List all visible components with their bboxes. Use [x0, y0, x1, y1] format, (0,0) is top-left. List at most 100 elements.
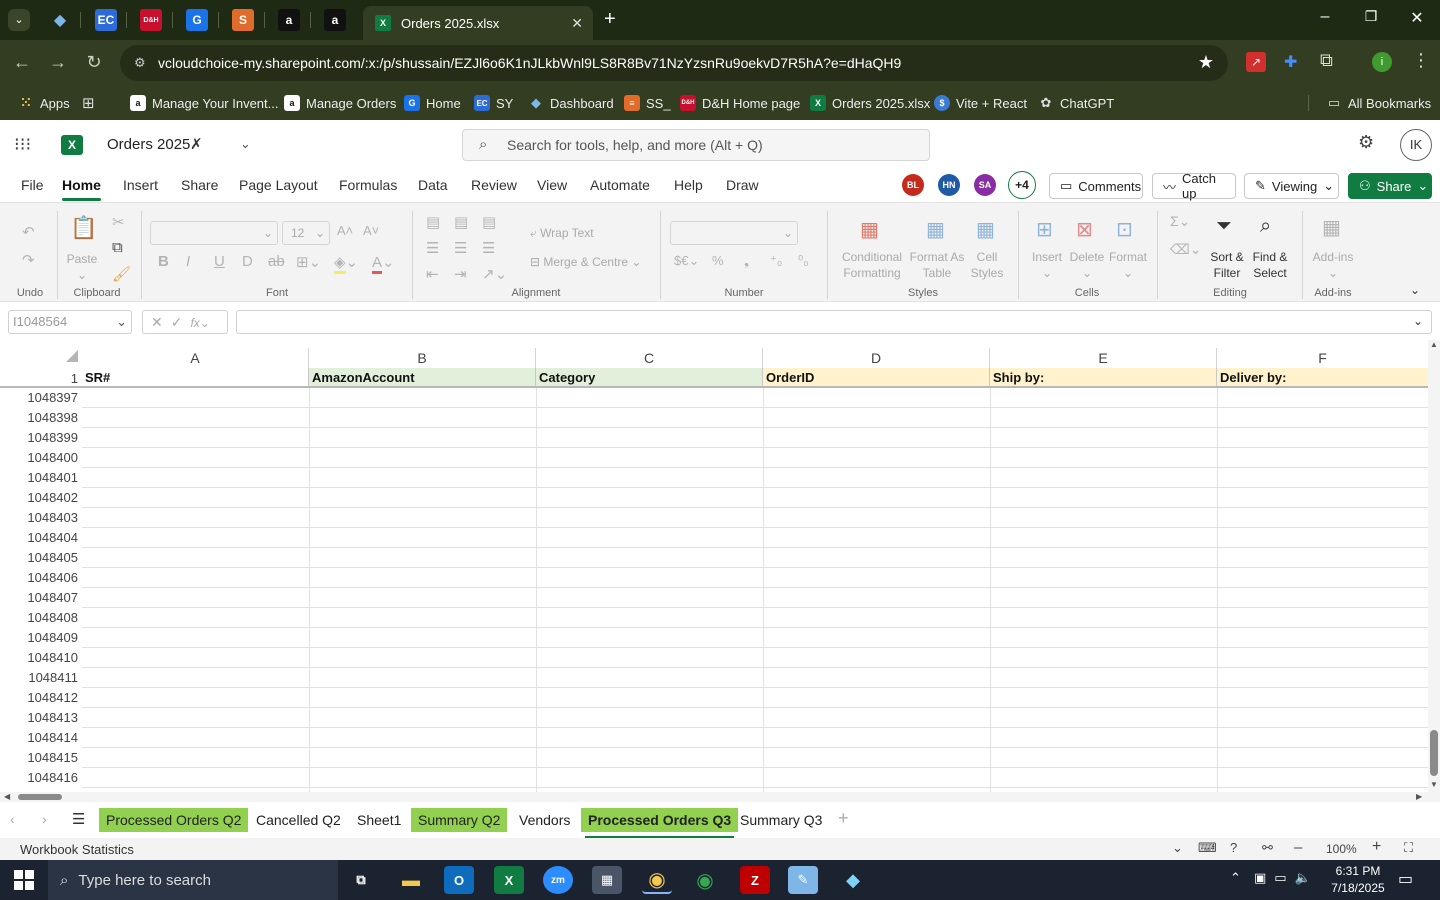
tab-share[interactable]: Share	[181, 177, 218, 193]
row-header[interactable]: 1048403	[0, 508, 82, 528]
expand-formula-icon[interactable]: ⌄	[1413, 314, 1423, 328]
row-header[interactable]: 1048397	[0, 388, 82, 408]
reload-icon[interactable]: ↻	[82, 52, 106, 73]
filezilla-icon[interactable]: Z	[740, 866, 770, 894]
bookmark-home[interactable]: G Home	[404, 92, 461, 114]
sort-filter-icon[interactable]: ⏷	[1216, 215, 1232, 238]
sheet-tab-processed-orders-q3[interactable]: Processed Orders Q3	[581, 808, 739, 838]
back-arrow-icon[interactable]: ←	[10, 52, 34, 73]
minimize-icon[interactable]: –	[1310, 8, 1340, 26]
tab-data[interactable]: Data	[418, 177, 448, 193]
column-header-a[interactable]: A	[82, 348, 309, 368]
cell-styles-button[interactable]: Cell Styles	[964, 249, 1010, 281]
format-as-table-button[interactable]: Format As Table	[906, 249, 968, 281]
copy-icon[interactable]: ⧉	[112, 239, 123, 256]
sort-filter-button[interactable]: Sort & Filter	[1206, 249, 1248, 281]
increase-indent-icon[interactable]: ⇥	[454, 265, 467, 283]
bold-icon[interactable]: B	[158, 253, 169, 270]
vertical-scroll-thumb[interactable]	[1430, 730, 1438, 776]
merge-centre-button[interactable]: ⊟ Merge & Centre ⌄	[530, 254, 641, 270]
app-launcher-icon[interactable]: ⁝⁝⁝	[14, 134, 31, 155]
insert-cells-icon[interactable]: ⊞	[1036, 217, 1053, 242]
align-left-icon[interactable]: ☰	[426, 239, 439, 257]
borders-icon[interactable]: ⊞⌄	[296, 253, 321, 271]
row-header[interactable]: 1048416	[0, 768, 82, 788]
format-cells-icon[interactable]: ⊡	[1116, 217, 1133, 242]
header-cell-ship-by[interactable]: Ship by:	[990, 368, 1217, 388]
header-cell-amazon-account[interactable]: AmazonAccount	[309, 368, 536, 388]
all-sheets-menu-icon[interactable]: ☰	[72, 810, 85, 828]
undo-icon[interactable]: ↶	[22, 223, 35, 241]
catch-up-button[interactable]: 〰 Catch up	[1152, 171, 1236, 201]
file-explorer-icon[interactable]: ▬	[396, 866, 426, 894]
collaborator-avatar-bl[interactable]: BL	[902, 174, 924, 196]
workbook-statistics[interactable]: Workbook Statistics	[20, 842, 134, 857]
conditional-formatting-icon[interactable]: ▦	[860, 217, 879, 242]
help-feedback-icon[interactable]: ?	[1230, 840, 1237, 855]
insert-cells-button[interactable]: Insert ⌄	[1026, 249, 1068, 281]
column-header-c[interactable]: C	[536, 348, 763, 368]
tab-home[interactable]: Home	[62, 177, 101, 201]
tab-formulas[interactable]: Formulas	[339, 177, 397, 193]
increase-decimal-icon[interactable]: ⁺₀	[770, 253, 782, 269]
tab-favicon-diamond-icon[interactable]: ◆	[49, 9, 71, 31]
prev-sheet-icon[interactable]: ‹	[10, 811, 15, 827]
row-header[interactable]: 1048410	[0, 648, 82, 668]
wrap-text-button[interactable]: ⤶ Wrap Text	[530, 225, 594, 241]
row-header[interactable]: 1048406	[0, 568, 82, 588]
windows-start-icon[interactable]	[14, 870, 34, 890]
format-as-table-icon[interactable]: ▦	[926, 217, 945, 242]
row-header[interactable]: 1048401	[0, 468, 82, 488]
excel-taskbar-icon[interactable]: X	[494, 866, 524, 894]
find-select-icon[interactable]: ⌕	[1260, 215, 1271, 238]
keyboard-icon[interactable]: ⌨	[1198, 840, 1217, 856]
cancel-formula-icon[interactable]: ✕	[151, 314, 171, 330]
ribbon-collapse-icon[interactable]: ⌄	[1410, 283, 1420, 297]
horizontal-scroll-thumb[interactable]	[18, 794, 62, 800]
tab-help[interactable]: Help	[674, 177, 703, 193]
scroll-right-icon[interactable]: ▶	[1416, 792, 1422, 801]
zoom-level[interactable]: 100%	[1326, 842, 1357, 856]
delete-cells-icon[interactable]: ⊠	[1076, 217, 1093, 242]
collaborator-avatar-sa[interactable]: SA	[974, 174, 996, 196]
title-dropdown-icon[interactable]: ⌄	[240, 136, 251, 152]
italic-icon[interactable]: I	[186, 253, 190, 270]
formula-input[interactable]: ⌄	[236, 310, 1432, 334]
percent-icon[interactable]: %	[712, 253, 724, 268]
bookmark-manage-orders[interactable]: a Manage Orders	[284, 92, 396, 114]
find-select-button[interactable]: Find & Select	[1248, 249, 1292, 281]
row-header[interactable]: 1048412	[0, 688, 82, 708]
column-header-d[interactable]: D	[763, 348, 990, 368]
bookmark-apps[interactable]: ⁙ Apps	[18, 92, 70, 114]
align-right-icon[interactable]: ☰	[482, 239, 495, 257]
tab-favicon-stack-icon[interactable]: S	[232, 9, 254, 31]
row-header[interactable]: 1048398	[0, 408, 82, 428]
insert-function-icon[interactable]: fx⌄	[190, 316, 209, 330]
forward-arrow-icon[interactable]: →	[46, 52, 70, 73]
row-header[interactable]: 1048405	[0, 548, 82, 568]
document-title[interactable]: Orders 2025	[107, 136, 190, 153]
sheet-tab-cancelled-q2[interactable]: Cancelled Q2	[249, 808, 348, 832]
row-header[interactable]: 1048400	[0, 448, 82, 468]
scroll-up-icon[interactable]: ▲	[1430, 340, 1438, 349]
bookmark-vite-react[interactable]: $ Vite + React	[934, 92, 1027, 114]
chrome-profile-icon[interactable]: ◉	[690, 866, 720, 894]
tab-insert[interactable]: Insert	[123, 177, 158, 193]
underline-icon[interactable]: U	[214, 253, 225, 270]
increase-font-icon[interactable]: A˄	[337, 223, 353, 238]
task-view-icon[interactable]: ⧉	[346, 866, 376, 894]
delete-cells-button[interactable]: Delete ⌄	[1066, 249, 1108, 281]
cell-styles-icon[interactable]: ▦	[976, 217, 995, 242]
bookmark-chatgpt[interactable]: ✿ ChatGPT	[1038, 92, 1115, 114]
collaborator-avatar-hn[interactable]: HN	[938, 174, 960, 196]
double-underline-icon[interactable]: D	[242, 253, 253, 270]
sheet-tab-summary-q2[interactable]: Summary Q2	[411, 808, 508, 832]
scroll-down-icon[interactable]: ▼	[1430, 780, 1438, 789]
redo-icon[interactable]: ↷	[22, 251, 35, 269]
settings-gear-icon[interactable]: ⚙	[1358, 132, 1374, 153]
notifications-icon[interactable]: ▭	[1398, 869, 1413, 889]
restore-icon[interactable]: ❐	[1356, 8, 1386, 25]
search-box[interactable]: ⌕ Search for tools, help, and more (Alt …	[462, 129, 930, 161]
addins-button[interactable]: Add-ins ⌄	[1308, 249, 1358, 281]
align-bottom-icon[interactable]: ▤	[482, 213, 496, 231]
